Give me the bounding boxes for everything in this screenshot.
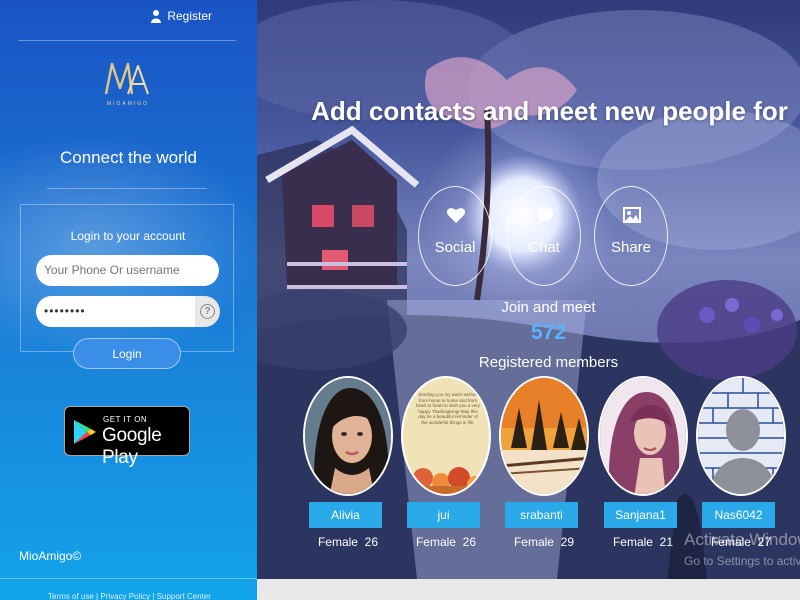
google-play-line2: Google Play xyxy=(102,425,162,468)
registered-text: Registered members xyxy=(478,354,619,371)
google-play-line1: GET IT ON xyxy=(103,415,148,424)
login-title: Login to your account xyxy=(70,229,186,243)
feature-chat[interactable]: Chat xyxy=(507,186,581,286)
avatar[interactable] xyxy=(499,376,589,496)
register-label: Register xyxy=(167,9,212,23)
password-help-button[interactable]: ? xyxy=(195,296,220,327)
feature-share[interactable]: Share xyxy=(594,186,668,286)
question-icon: ? xyxy=(200,304,215,319)
member-name[interactable]: jui xyxy=(407,502,480,528)
avatar[interactable]: Sending you my warm wishes from home to … xyxy=(401,376,491,496)
member-meta: Female 26 xyxy=(317,535,379,549)
member-name[interactable]: Alivia xyxy=(309,502,382,528)
avatar[interactable] xyxy=(598,376,688,496)
chat-bubble-icon xyxy=(537,207,553,224)
member-card[interactable]: srabanti Female 29 xyxy=(499,376,589,549)
avatar[interactable] xyxy=(696,376,786,496)
terms-link[interactable]: Terms of use xyxy=(48,592,94,600)
support-link[interactable]: Support Center xyxy=(157,592,211,600)
member-card[interactable]: Nas6042 Female 27 xyxy=(696,376,786,549)
divider xyxy=(47,188,207,189)
activate-windows-subtitle: Go to Settings to activate xyxy=(684,554,800,568)
member-count: 572 xyxy=(530,321,567,344)
google-play-icon xyxy=(74,420,96,444)
feature-label: Share xyxy=(610,239,652,256)
logo-text: MIOAMIGO xyxy=(106,101,150,107)
heart-icon xyxy=(446,208,466,223)
feature-label: Chat xyxy=(528,239,560,256)
member-name[interactable]: Nas6042 xyxy=(702,502,775,528)
feature-social[interactable]: Social xyxy=(418,186,492,286)
hero-section: Add contacts and meet new people for Soc… xyxy=(257,0,800,579)
divider xyxy=(0,578,257,579)
member-card[interactable]: Alivia Female 26 xyxy=(303,376,393,549)
activate-windows-title: Activate Windows xyxy=(684,530,800,549)
avatar[interactable] xyxy=(303,376,393,496)
hero-title: Add contacts and meet new people for xyxy=(311,96,788,126)
member-name[interactable]: srabanti xyxy=(505,502,578,528)
login-form: Login to your account ? xyxy=(20,204,234,352)
join-text: Join and meet xyxy=(501,299,596,316)
privacy-link[interactable]: Privacy Policy xyxy=(100,592,150,600)
member-card[interactable]: Sending you my warm wishes from home to … xyxy=(401,376,491,549)
username-input[interactable] xyxy=(36,255,219,286)
login-button[interactable]: Login xyxy=(73,338,181,369)
register-link[interactable]: Register xyxy=(151,9,212,23)
tagline: Connect the world xyxy=(59,148,198,167)
member-name[interactable]: Sanjana1 xyxy=(604,502,677,528)
brand-copyright: MioAmigo© xyxy=(19,549,82,563)
mioamigo-logo: MIOAMIGO xyxy=(98,58,158,110)
image-icon xyxy=(623,207,641,223)
password-input[interactable] xyxy=(36,296,196,327)
member-card[interactable]: Sanjana1 Female 21 xyxy=(598,376,688,549)
google-play-badge[interactable]: GET IT ON Google Play xyxy=(64,406,190,468)
sidebar: Register MIOAMIGO Connect the world Logi… xyxy=(0,0,257,600)
footer-links: Terms of use | Privacy Policy | Support … xyxy=(48,592,211,600)
member-meta: Female 29 xyxy=(513,535,575,549)
feature-label: Social xyxy=(434,239,476,256)
member-meta: Female 26 xyxy=(415,535,477,549)
divider xyxy=(18,40,236,41)
member-meta: Female 21 xyxy=(612,535,674,549)
bottom-strip xyxy=(257,579,800,600)
user-icon xyxy=(151,9,162,23)
